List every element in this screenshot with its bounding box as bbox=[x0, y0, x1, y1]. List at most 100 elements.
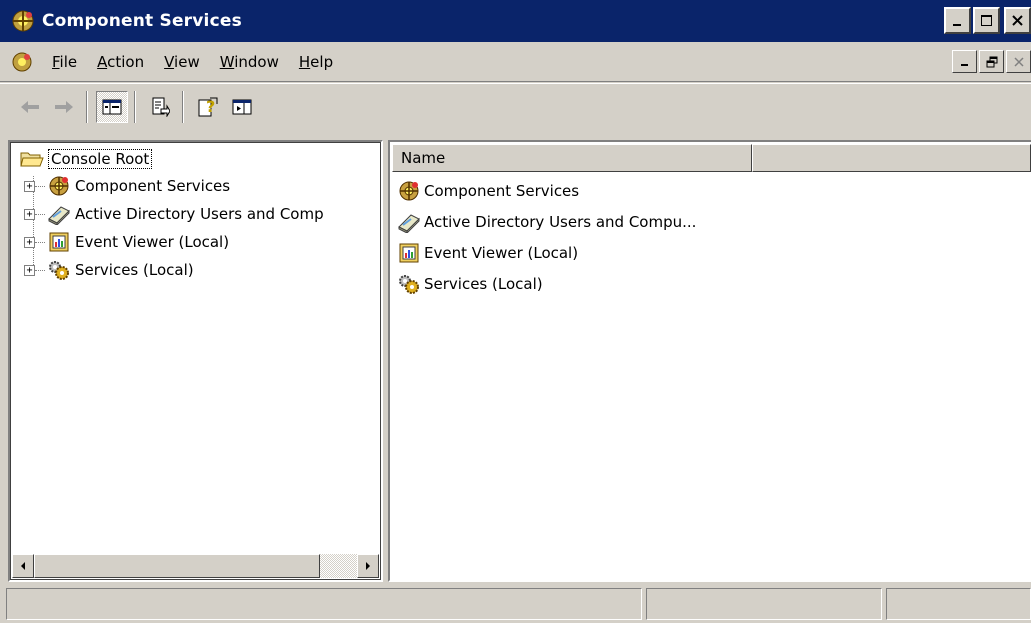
tree-root-console-root[interactable]: Console Root bbox=[14, 146, 377, 172]
tree-item-active-directory[interactable]: + Active Directory Users and Comp bbox=[14, 200, 377, 228]
list-item-label: Event Viewer (Local) bbox=[424, 243, 579, 262]
open-folder-icon bbox=[20, 152, 44, 167]
menu-view-accel: V bbox=[164, 52, 175, 71]
show-hide-action-pane-icon bbox=[232, 99, 252, 114]
toolbar: ? bbox=[0, 83, 1031, 129]
close-button[interactable] bbox=[1004, 7, 1031, 34]
tree-root-label: Console Root bbox=[48, 149, 153, 169]
show-hide-action-pane-button[interactable] bbox=[226, 91, 258, 123]
mdi-controls bbox=[952, 50, 1031, 73]
list-item-label: Component Services bbox=[424, 181, 580, 200]
menu-action-label: ction bbox=[107, 52, 145, 71]
services-gears-icon bbox=[47, 258, 71, 282]
menu-bar: File Action View Window Help bbox=[0, 42, 1031, 82]
menu-file[interactable]: File bbox=[42, 49, 87, 75]
forward-arrow-icon bbox=[55, 100, 73, 113]
event-viewer-icon bbox=[396, 240, 422, 266]
menu-action-accel: A bbox=[97, 52, 108, 71]
help-icon: ? bbox=[198, 97, 218, 116]
menu-view-label: iew bbox=[174, 52, 200, 71]
arrow-right-icon bbox=[366, 562, 370, 570]
list-item-event-viewer[interactable]: Event Viewer (Local) bbox=[396, 237, 1031, 268]
list-header: Name bbox=[392, 144, 1031, 172]
active-directory-icon bbox=[396, 209, 422, 235]
arrow-left-icon bbox=[21, 562, 25, 570]
restore-icon bbox=[986, 56, 997, 67]
tree-item-label: Services (Local) bbox=[75, 261, 194, 279]
export-list-icon bbox=[152, 97, 170, 117]
list-item-component-services[interactable]: Component Services bbox=[396, 175, 1031, 206]
back-arrow-icon bbox=[21, 100, 39, 113]
svg-text:?: ? bbox=[206, 97, 215, 116]
component-services-icon bbox=[396, 178, 422, 204]
expand-button[interactable]: + bbox=[24, 208, 35, 220]
list-item-label: Services (Local) bbox=[424, 274, 543, 293]
component-services-icon bbox=[47, 174, 71, 198]
expand-button[interactable]: + bbox=[24, 180, 35, 192]
scrollbar-thumb[interactable] bbox=[34, 554, 320, 578]
console-tree-pane[interactable]: Console Root + Component Services + Acti… bbox=[8, 140, 383, 582]
status-panel-3 bbox=[886, 588, 1031, 620]
menu-help-label: elp bbox=[310, 52, 334, 71]
export-list-button[interactable] bbox=[144, 91, 176, 123]
event-viewer-icon bbox=[47, 230, 71, 254]
list-item-label: Active Directory Users and Compu... bbox=[424, 212, 697, 231]
toolbar-separator bbox=[134, 90, 136, 123]
minimize-icon bbox=[952, 23, 961, 26]
expand-button[interactable]: + bbox=[24, 264, 35, 276]
mdi-restore-button[interactable] bbox=[979, 50, 1004, 73]
window-controls bbox=[944, 7, 1031, 34]
tree-item-label: Event Viewer (Local) bbox=[75, 233, 230, 251]
forward-button[interactable] bbox=[48, 91, 80, 123]
menu-file-accel: F bbox=[52, 52, 60, 71]
menu-view[interactable]: View bbox=[154, 49, 210, 75]
menu-window-accel: W bbox=[219, 52, 235, 71]
back-button[interactable] bbox=[14, 91, 46, 123]
component-services-icon[interactable] bbox=[8, 6, 38, 36]
toolbar-separator bbox=[86, 90, 88, 123]
mdi-minimize-button[interactable] bbox=[952, 50, 977, 73]
list-item-active-directory[interactable]: Active Directory Users and Compu... bbox=[396, 206, 1031, 237]
mdi-close-button[interactable] bbox=[1006, 50, 1031, 73]
console-tree: Console Root + Component Services + Acti… bbox=[14, 146, 377, 284]
minimize-button[interactable] bbox=[944, 7, 971, 34]
menu-file-label: ile bbox=[59, 52, 78, 71]
tree-item-event-viewer[interactable]: + Event Viewer (Local) bbox=[14, 228, 377, 256]
close-icon bbox=[1013, 56, 1024, 67]
tree-connector bbox=[35, 241, 45, 243]
column-header-blank[interactable] bbox=[752, 144, 1031, 172]
services-gears-icon bbox=[396, 271, 422, 297]
expand-button[interactable]: + bbox=[24, 236, 35, 248]
title-bar[interactable]: Component Services bbox=[0, 0, 1031, 42]
close-icon bbox=[1011, 14, 1023, 26]
toolbar-separator bbox=[182, 90, 184, 123]
tree-connector bbox=[35, 213, 45, 215]
menu-help[interactable]: Help bbox=[289, 49, 343, 75]
console-window-icon[interactable] bbox=[8, 48, 36, 76]
scroll-left-button[interactable] bbox=[12, 554, 34, 578]
status-panel-main bbox=[6, 588, 642, 620]
tree-item-label: Component Services bbox=[75, 177, 231, 195]
help-button[interactable]: ? bbox=[192, 91, 224, 123]
list-body: Component Services Active Directory User… bbox=[396, 175, 1031, 299]
list-item-services[interactable]: Services (Local) bbox=[396, 268, 1031, 299]
tree-connector bbox=[35, 269, 45, 271]
horizontal-scrollbar[interactable] bbox=[12, 554, 379, 578]
maximize-icon bbox=[980, 14, 992, 26]
tree-item-component-services[interactable]: + Component Services bbox=[14, 172, 377, 200]
show-hide-console-tree-icon bbox=[102, 99, 122, 114]
show-hide-console-tree-button[interactable] bbox=[96, 90, 128, 123]
menu-window-label: indow bbox=[234, 52, 279, 71]
menu-help-accel: H bbox=[298, 52, 311, 71]
minimize-icon bbox=[960, 63, 968, 66]
active-directory-icon bbox=[47, 202, 71, 226]
status-bar bbox=[0, 588, 1031, 623]
menu-window[interactable]: Window bbox=[210, 49, 289, 75]
results-pane[interactable]: Name Component Services Active Directory… bbox=[388, 140, 1031, 582]
menu-action[interactable]: Action bbox=[87, 49, 154, 75]
scroll-right-button[interactable] bbox=[357, 554, 379, 578]
tree-connector bbox=[35, 185, 45, 187]
maximize-button[interactable] bbox=[973, 7, 1000, 34]
column-header-name[interactable]: Name bbox=[392, 144, 752, 172]
tree-item-services[interactable]: + Services (Local) bbox=[14, 256, 377, 284]
